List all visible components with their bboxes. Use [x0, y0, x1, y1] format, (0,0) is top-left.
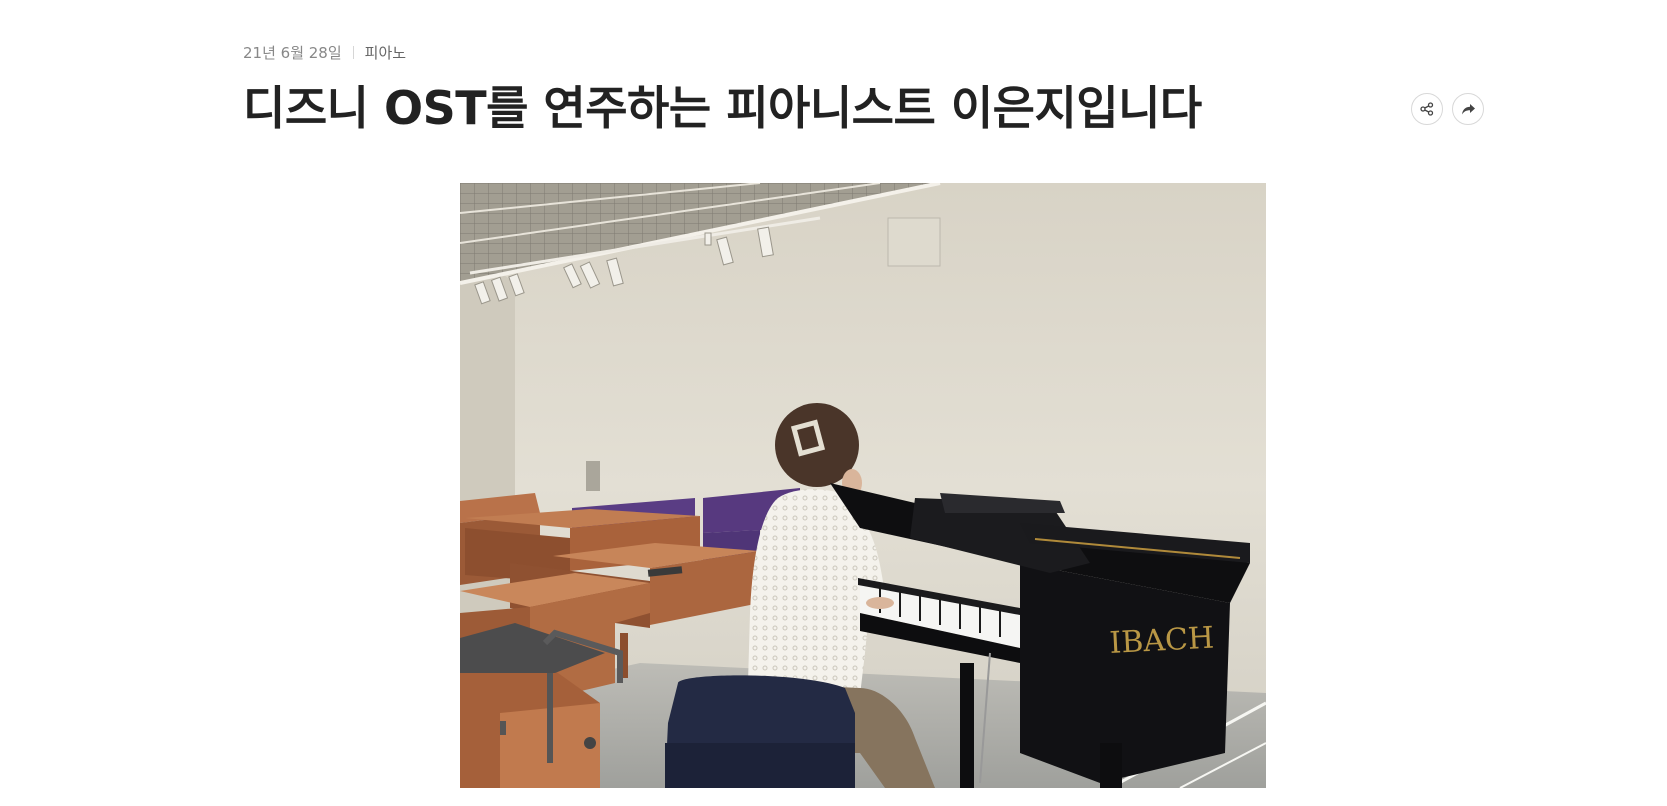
- post-category[interactable]: 피아노: [365, 42, 406, 63]
- photo-image: IBACH: [460, 183, 1266, 788]
- share-button[interactable]: [1411, 93, 1443, 125]
- post-date: 21년 6월 28일: [243, 43, 342, 62]
- post-photo: IBACH: [460, 183, 1266, 788]
- piano-brand-text: IBACH: [1109, 621, 1215, 661]
- share-icon: [1420, 102, 1434, 116]
- forward-arrow-icon: [1461, 103, 1475, 114]
- post-title: 디즈니 OST를 연주하는 피아니스트 이은지입니다: [243, 81, 1202, 135]
- post-meta: 21년 6월 28일 피아노: [243, 40, 406, 64]
- meta-divider: [352, 45, 354, 59]
- post-actions: [1411, 93, 1484, 125]
- forward-button[interactable]: [1452, 93, 1484, 125]
